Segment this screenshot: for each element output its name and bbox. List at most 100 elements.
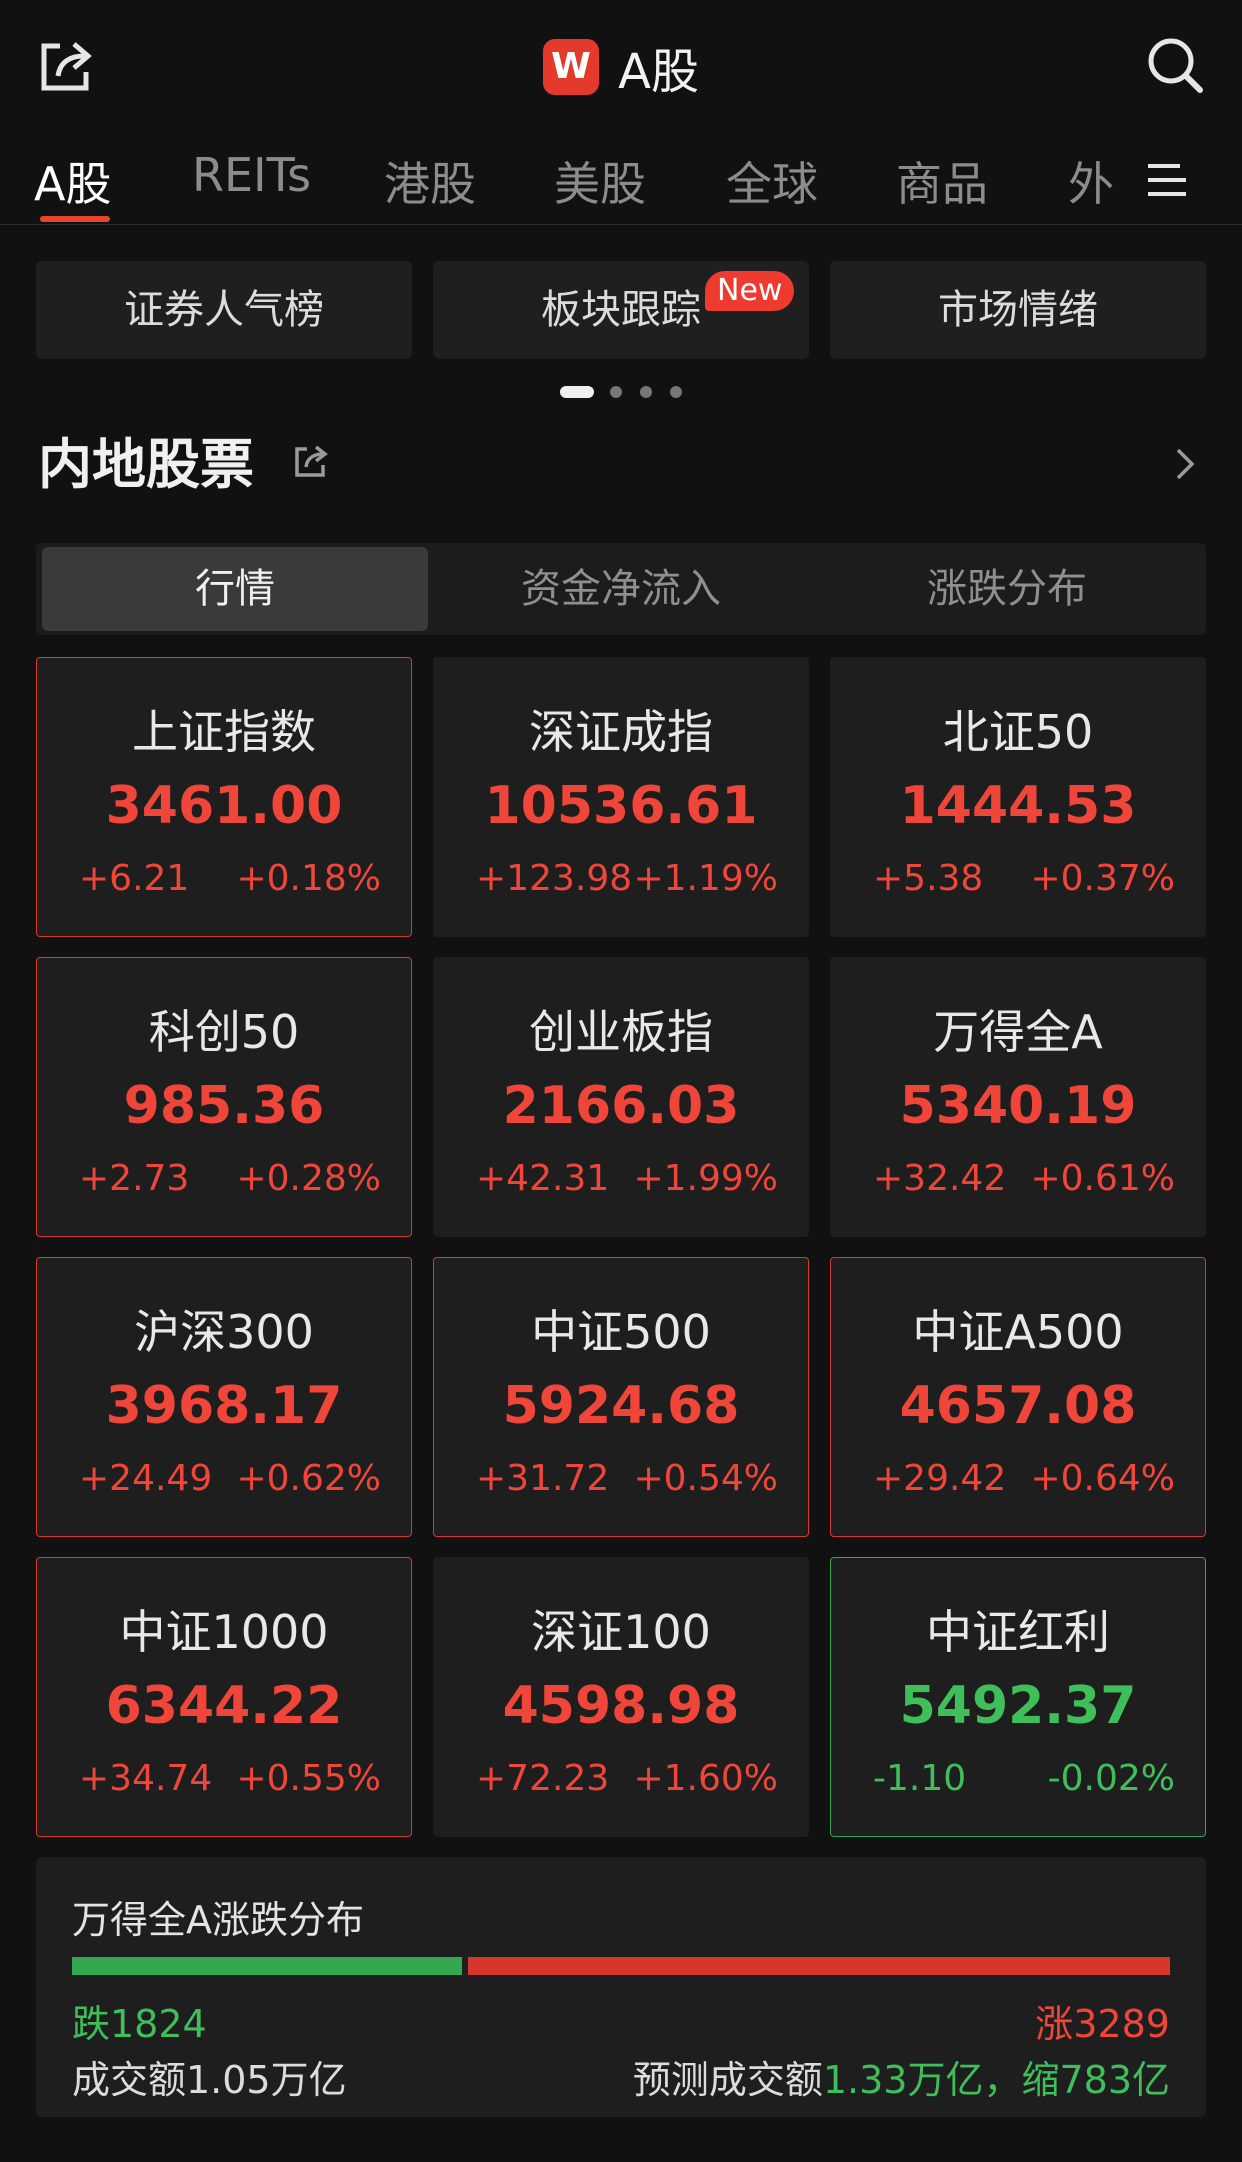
index-change: +6.21 (79, 858, 190, 899)
tab-forex[interactable]: 外 (1068, 148, 1114, 214)
section-title: 内地股票 (38, 433, 254, 496)
index-change: +29.42 (873, 1458, 1007, 1499)
index-card[interactable]: 深证100 4598.98 +72.23 +1.60% (433, 1557, 809, 1837)
index-change-pct: +0.18% (236, 858, 381, 899)
index-card[interactable]: 创业板指 2166.03 +42.31 +1.99% (433, 957, 809, 1237)
index-name: 北证50 (942, 705, 1094, 759)
index-change: +34.74 (79, 1758, 213, 1799)
index-change: +72.23 (476, 1758, 610, 1799)
index-change-pct: +1.60% (633, 1758, 778, 1799)
market-sentiment-button[interactable]: 市场情绪 (830, 261, 1206, 359)
index-price: 4598.98 (502, 1676, 740, 1736)
index-change: -1.10 (873, 1758, 967, 1799)
index-change: +32.42 (873, 1158, 1007, 1199)
tab-a-shares[interactable]: A股 (34, 148, 111, 214)
index-name: 科创50 (148, 1005, 300, 1059)
index-change-pct: +0.64% (1030, 1458, 1175, 1499)
chevron-right-icon[interactable] (1170, 444, 1200, 484)
advancers-count: 涨3289 (1035, 2002, 1170, 2046)
segment-quotes[interactable]: 行情 (42, 547, 428, 631)
index-change: +2.73 (79, 1158, 190, 1199)
index-name: 中证红利 (926, 1605, 1110, 1659)
index-name: 深证100 (531, 1605, 711, 1659)
index-change-pct: +0.37% (1030, 858, 1175, 899)
advancers-bar (468, 1957, 1170, 1975)
index-price: 3968.17 (105, 1376, 343, 1436)
index-card[interactable]: 北证50 1444.53 +5.38 +0.37% (830, 657, 1206, 937)
sector-tracking-button[interactable]: 板块跟踪 New (433, 261, 809, 359)
index-price: 6344.22 (105, 1676, 343, 1736)
index-change: +24.49 (79, 1458, 213, 1499)
page-dot (640, 386, 652, 398)
index-card[interactable]: 科创50 985.36 +2.73 +0.28% (36, 957, 412, 1237)
index-card[interactable]: 上证指数 3461.00 +6.21 +0.18% (36, 657, 412, 937)
index-name: 深证成指 (529, 705, 713, 759)
index-change-pct: +0.62% (236, 1458, 381, 1499)
index-price: 3461.00 (105, 776, 343, 836)
tab-reits[interactable]: REITs (192, 148, 311, 202)
distribution-panel[interactable]: 万得全A涨跌分布 跌1824 涨3289 成交额1.05万亿 预测成交额1.33… (36, 1857, 1206, 2117)
new-badge: New (705, 271, 795, 311)
index-card[interactable]: 中证红利 5492.37 -1.10 -0.02% (830, 1557, 1206, 1837)
index-price: 5340.19 (899, 1076, 1137, 1136)
index-card[interactable]: 中证500 5924.68 +31.72 +0.54% (433, 1257, 809, 1537)
active-tab-indicator (40, 216, 110, 222)
tab-global[interactable]: 全球 (726, 148, 818, 214)
tab-commodities[interactable]: 商品 (896, 148, 988, 214)
forecast-label: 预测成交额 (632, 2058, 823, 2102)
index-change: +5.38 (873, 858, 984, 899)
sector-tracking-label: 板块跟踪 (541, 287, 701, 333)
page-title: A股 (618, 44, 699, 100)
section-share-icon[interactable] (292, 442, 330, 480)
index-card[interactable]: 中证1000 6344.22 +34.74 +0.55% (36, 1557, 412, 1837)
index-name: 中证1000 (119, 1605, 329, 1659)
index-name: 中证A500 (912, 1305, 1124, 1359)
index-change-pct: +1.19% (633, 858, 778, 899)
segment-net-inflow[interactable]: 资金净流入 (428, 547, 814, 631)
index-card[interactable]: 中证A500 4657.08 +29.42 +0.64% (830, 1257, 1206, 1537)
forecast-value: 1.33万亿，缩783亿 (822, 2058, 1170, 2102)
market-tabs: A股 REITs 港股 美股 全球 商品 外 (0, 138, 1242, 225)
view-segmented-control: 行情 资金净流入 涨跌分布 (36, 543, 1206, 635)
index-change: +31.72 (476, 1458, 610, 1499)
tab-us-stocks[interactable]: 美股 (554, 148, 646, 214)
index-card[interactable]: 万得全A 5340.19 +32.42 +0.61% (830, 957, 1206, 1237)
market-sentiment-label: 市场情绪 (938, 287, 1098, 333)
search-icon[interactable] (1144, 34, 1206, 96)
distribution-title: 万得全A涨跌分布 (72, 1898, 364, 1942)
decliners-count: 跌1824 (72, 2002, 207, 2046)
index-price: 5492.37 (899, 1676, 1137, 1736)
index-change: +42.31 (476, 1158, 610, 1199)
index-card[interactable]: 沪深300 3968.17 +24.49 +0.62% (36, 1257, 412, 1537)
index-change-pct: +0.61% (1030, 1158, 1175, 1199)
top-bar: W A股 (0, 0, 1242, 130)
turnover-text: 成交额1.05万亿 (72, 2058, 347, 2102)
popular-securities-button[interactable]: 证券人气榜 (36, 261, 412, 359)
index-change-pct: +0.54% (633, 1458, 778, 1499)
index-price: 5924.68 (502, 1376, 740, 1436)
menu-icon[interactable] (1144, 160, 1190, 200)
index-change-pct: +0.55% (236, 1758, 381, 1799)
index-price: 4657.08 (899, 1376, 1137, 1436)
index-card[interactable]: 深证成指 10536.61 +123.98 +1.19% (433, 657, 809, 937)
index-change: +123.98 (476, 858, 633, 899)
forecast-turnover: 预测成交额1.33万亿，缩783亿 (633, 2049, 1170, 2104)
index-name: 中证500 (531, 1305, 711, 1359)
index-change-pct: +1.99% (633, 1158, 778, 1199)
popular-securities-label: 证券人气榜 (124, 287, 324, 333)
page-dot (610, 386, 622, 398)
decliners-bar (72, 1957, 462, 1975)
index-price: 1444.53 (899, 776, 1137, 836)
segment-distribution[interactable]: 涨跌分布 (814, 547, 1200, 631)
page-dot-active (560, 386, 594, 398)
index-change-pct: +0.28% (236, 1158, 381, 1199)
index-name: 创业板指 (529, 1005, 713, 1059)
index-name: 上证指数 (132, 705, 316, 759)
index-price: 10536.61 (484, 776, 758, 836)
index-change-pct: -0.02% (1047, 1758, 1175, 1799)
tab-hk-stocks[interactable]: 港股 (384, 148, 476, 214)
index-price: 985.36 (123, 1076, 325, 1136)
index-price: 2166.03 (502, 1076, 740, 1136)
index-name: 沪深300 (134, 1305, 314, 1359)
index-name: 万得全A (933, 1005, 1103, 1059)
